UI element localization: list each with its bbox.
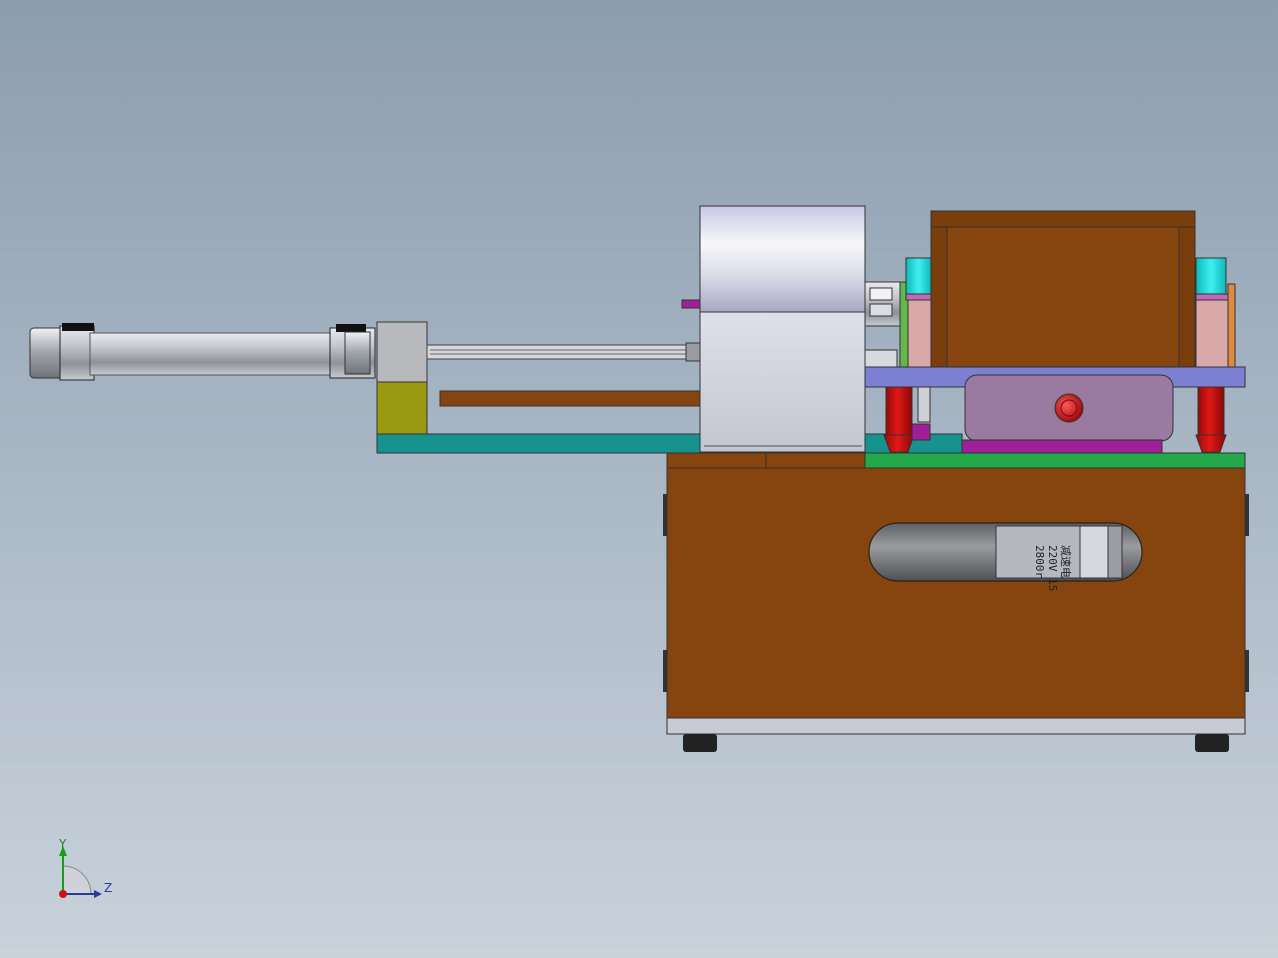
cylinder-front-port: [336, 324, 366, 332]
olive-block[interactable]: [376, 381, 428, 435]
left-bearing-bracket[interactable]: [899, 257, 932, 369]
triad-y-label: Y: [58, 837, 67, 851]
motor-window[interactable]: 减速电 220V 15 2800r: [868, 522, 1143, 591]
right-bearing-bracket[interactable]: [1195, 257, 1236, 369]
x-axis-origin: [59, 890, 67, 898]
red-support-leg-left[interactable]: [883, 386, 915, 453]
motor-label-line3: 2800r: [1033, 545, 1046, 578]
teal-base-plate[interactable]: [376, 433, 963, 454]
coordinate-triad: Y Z: [58, 837, 112, 898]
triad-arc: [62, 865, 92, 895]
green-top-plate[interactable]: [864, 452, 1246, 469]
piston-rod[interactable]: [426, 342, 701, 362]
chuck-collet[interactable]: [864, 281, 904, 371]
triad-z-label: Z: [104, 881, 112, 895]
magenta-spacer: [911, 423, 931, 441]
cylinder-end-ring: [59, 325, 95, 381]
z-axis-head: [94, 890, 102, 898]
wood-guide-rail[interactable]: [439, 390, 701, 407]
cad-viewport[interactable]: 减速电 220V 15 2800r Y Z: [0, 0, 1278, 958]
wood-base-cabinet[interactable]: [663, 467, 1249, 735]
magenta-base-strip: [961, 439, 1163, 454]
motor-label-line1: 减速电: [1059, 545, 1072, 578]
cylinder-barrel: [89, 332, 336, 376]
cylinder-mount-block[interactable]: [376, 321, 428, 383]
motor-label-line2: 220V 15: [1046, 545, 1059, 591]
cylinder-front-cap: [344, 331, 371, 375]
spindle-housing[interactable]: [699, 205, 866, 453]
red-support-leg-right[interactable]: [1195, 386, 1227, 453]
magenta-stop-pin: [681, 299, 701, 309]
upper-wood-box[interactable]: [930, 210, 1196, 368]
cabinet-foot-left: [683, 734, 717, 752]
cylinder-port: [62, 323, 94, 331]
pneumatic-cylinder[interactable]: [29, 323, 376, 381]
cabinet-foot-right: [1195, 734, 1229, 752]
red-stop-button[interactable]: [1054, 393, 1084, 423]
silver-guide-block: [917, 386, 931, 423]
